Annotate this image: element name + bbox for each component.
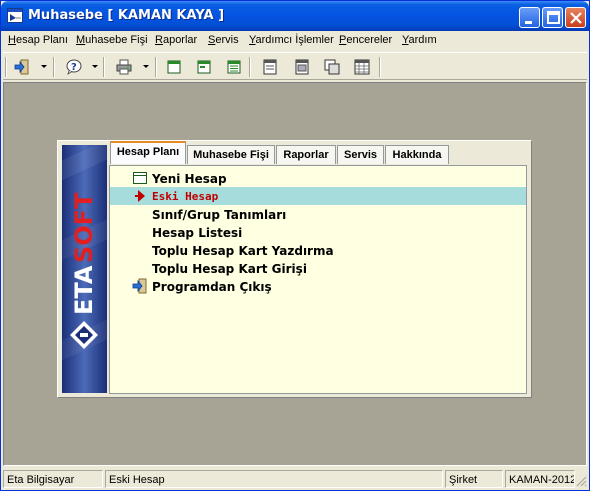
card-icon [263, 59, 277, 75]
toolbar-separator [155, 57, 157, 77]
tab-servis[interactable]: Servis [337, 145, 384, 164]
menu-row-label: Eski Hesap [152, 190, 219, 203]
tab-hakkinda[interactable]: Hakkında [385, 145, 449, 164]
status-current-item: Eski Hesap [105, 470, 443, 488]
window-icon [167, 60, 181, 74]
maximize-icon [547, 11, 560, 24]
menu-yardimci-islemler[interactable]: Yardımcı İşlemler [249, 34, 334, 46]
toolbar-separator [249, 57, 251, 77]
status-company: Eta Bilgisayar [3, 470, 103, 488]
menu-row-yeni-hesap[interactable]: Yeni Hesap [110, 169, 526, 187]
tab-raporlar[interactable]: Raporlar [276, 145, 336, 164]
menu-row-sinif-grup-tanimlari[interactable]: Sınıf/Grup Tanımları [110, 205, 526, 223]
menu-bar: Hesap Planı Muhasebe Fişi Raporlar Servi… [3, 31, 587, 51]
grid-button[interactable] [351, 56, 373, 78]
minimize-icon [525, 21, 532, 24]
tab-muhasebe-fisi[interactable]: Muhasebe Fişi [187, 145, 275, 164]
list-icon [227, 60, 241, 74]
exit-icon [132, 278, 147, 294]
list-button[interactable] [223, 56, 245, 78]
menu-row-toplu-hesap-kart-yazdirma[interactable]: Toplu Hesap Kart Yazdırma [110, 241, 526, 259]
app-icon [7, 8, 23, 23]
card-button[interactable] [259, 56, 281, 78]
exit-dropdown-arrow[interactable] [41, 65, 47, 68]
etasoft-logo: ETA SOFT [62, 145, 107, 393]
svg-text:SOFT: SOFT [70, 192, 98, 263]
printer-icon [116, 59, 132, 75]
exit-icon [14, 59, 29, 75]
close-icon [570, 12, 582, 24]
svg-text:?: ? [71, 62, 77, 73]
tab-hesap-plani[interactable]: Hesap Planı [110, 141, 186, 164]
copy-button[interactable] [321, 56, 343, 78]
new-window-button[interactable] [163, 56, 185, 78]
print-button[interactable] [113, 56, 135, 78]
help-icon: ? [66, 59, 82, 75]
svg-text:ETA: ETA [70, 265, 98, 315]
exit-button[interactable] [11, 56, 33, 78]
toolbar-separator [53, 57, 55, 77]
menu-hesap-plani[interactable]: Hesap Planı [8, 34, 68, 46]
form-icon [197, 60, 211, 74]
toolbar-grip [5, 57, 7, 77]
app-window: Muhasebe [ KAMAN KAYA ] Hesap Planı Muha… [0, 0, 590, 491]
status-bar: Eta Bilgisayar Eski Hesap Şirket KAMAN-2… [3, 469, 587, 489]
menu-row-label: Toplu Hesap Kart Girişi [152, 262, 307, 276]
menu-row-label: Sınıf/Grup Tanımları [152, 208, 287, 222]
menu-row-eski-hesap[interactable]: Eski Hesap [110, 187, 526, 205]
menu-muhasebe-fisi[interactable]: Muhasebe Fişi [76, 34, 148, 46]
title-bar[interactable]: Muhasebe [ KAMAN KAYA ] [1, 1, 589, 31]
resize-grip-icon[interactable] [575, 475, 587, 487]
menu-raporlar[interactable]: Raporlar [155, 34, 197, 46]
status-label-sirket: Şirket [445, 470, 503, 488]
toolbar: ? [3, 52, 587, 80]
toolbar-separator [379, 57, 381, 77]
copy-icon [324, 59, 340, 75]
window-title: Muhasebe [ KAMAN KAYA ] [28, 8, 225, 23]
minimize-button[interactable] [519, 7, 540, 28]
menu-yardim[interactable]: Yardım [402, 34, 437, 46]
toolbar-separator [103, 57, 105, 77]
help-button[interactable]: ? [63, 56, 85, 78]
menu-row-label: Yeni Hesap [152, 172, 227, 186]
status-company-code: KAMAN-2012 [505, 470, 575, 488]
report-icon [295, 59, 309, 75]
menu-row-label: Programdan Çıkış [152, 280, 272, 294]
maximize-button[interactable] [542, 7, 563, 28]
menu-row-programdan-cikis[interactable]: Programdan Çıkış [110, 277, 526, 295]
form-button[interactable] [193, 56, 215, 78]
help-dropdown-arrow[interactable] [92, 65, 98, 68]
menu-servis[interactable]: Servis [208, 34, 239, 46]
menu-row-toplu-hesap-kart-girisi[interactable]: Toplu Hesap Kart Girişi [110, 259, 526, 277]
menu-row-hesap-listesi[interactable]: Hesap Listesi [110, 223, 526, 241]
tab-content-hesap-plani: Yeni Hesap Eski Hesap Sınıf/Grup Tanımla… [109, 165, 527, 394]
menu-pencereler[interactable]: Pencereler [339, 34, 392, 46]
menu-row-label: Hesap Listesi [152, 226, 243, 240]
print-dropdown-arrow[interactable] [143, 65, 149, 68]
arrow-icon [135, 190, 145, 202]
menu-row-label: Toplu Hesap Kart Yazdırma [152, 244, 334, 258]
window-icon [133, 172, 147, 184]
report-button[interactable] [291, 56, 313, 78]
grid-icon [354, 59, 370, 75]
close-button[interactable] [565, 7, 586, 28]
